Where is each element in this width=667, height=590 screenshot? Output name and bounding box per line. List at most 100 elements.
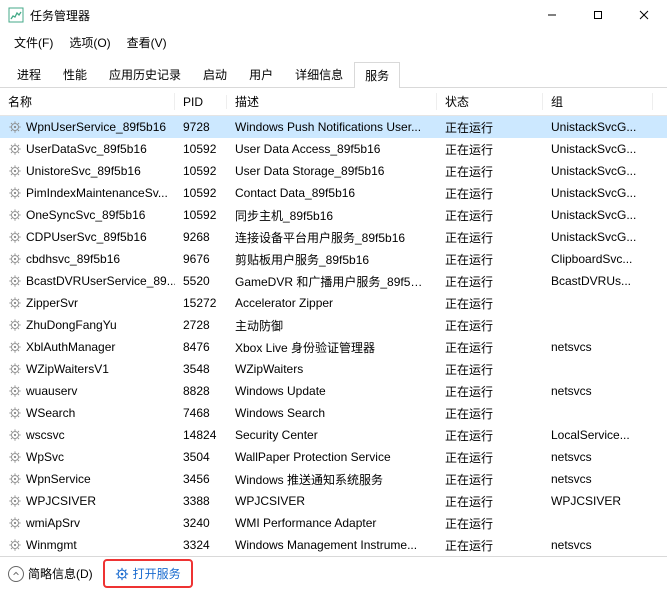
cell-name: WSearch xyxy=(0,406,175,420)
minimize-button[interactable] xyxy=(529,0,575,30)
cell-group: ClipboardSvc... xyxy=(543,252,653,266)
table-row[interactable]: wscsvc14824Security Center正在运行LocalServi… xyxy=(0,424,667,446)
cell-name: WpnUserService_89f5b16 xyxy=(0,120,175,134)
menu-file[interactable]: 文件(F) xyxy=(6,32,61,53)
cell-group: UnistackSvcG... xyxy=(543,120,653,134)
service-icon xyxy=(8,164,22,178)
table-row[interactable]: BcastDVRUserService_89...5520GameDVR 和广播… xyxy=(0,270,667,292)
cell-pid: 5520 xyxy=(175,274,227,288)
table-row[interactable]: wmiApSrv3240WMI Performance Adapter正在运行 xyxy=(0,512,667,534)
cell-group: netsvcs xyxy=(543,450,653,464)
table-row[interactable]: cbdhsvc_89f5b169676剪贴板用户服务_89f5b16正在运行Cl… xyxy=(0,248,667,270)
cell-pid: 3324 xyxy=(175,538,227,552)
cell-status: 正在运行 xyxy=(437,493,543,510)
cell-status: 正在运行 xyxy=(437,185,543,202)
tab-startup[interactable]: 启动 xyxy=(192,61,238,87)
table-row[interactable]: WpnService3456Windows 推送通知系统服务正在运行netsvc… xyxy=(0,468,667,490)
col-header-name[interactable]: 名称 xyxy=(0,93,175,110)
cell-status: 正在运行 xyxy=(437,471,543,488)
close-button[interactable] xyxy=(621,0,667,30)
tab-details[interactable]: 详细信息 xyxy=(284,61,354,87)
service-name: wmiApSrv xyxy=(26,516,80,530)
service-icon xyxy=(8,406,22,420)
service-icon xyxy=(8,120,22,134)
table-body: WpnUserService_89f5b169728Windows Push N… xyxy=(0,116,667,559)
menu-options[interactable]: 选项(O) xyxy=(61,32,118,53)
table-row[interactable]: WZipWaitersV13548WZipWaiters正在运行 xyxy=(0,358,667,380)
cell-desc: WallPaper Protection Service xyxy=(227,450,437,464)
col-header-pid[interactable]: PID xyxy=(175,95,227,109)
table-row[interactable]: UnistoreSvc_89f5b1610592User Data Storag… xyxy=(0,160,667,182)
cell-pid: 3388 xyxy=(175,494,227,508)
cell-status: 正在运行 xyxy=(437,427,543,444)
service-icon xyxy=(8,428,22,442)
cell-pid: 3548 xyxy=(175,362,227,376)
table-row[interactable]: ZipperSvr15272Accelerator Zipper正在运行 xyxy=(0,292,667,314)
service-icon xyxy=(8,494,22,508)
cell-desc: User Data Storage_89f5b16 xyxy=(227,164,437,178)
tab-services[interactable]: 服务 xyxy=(354,62,400,88)
cell-desc: 连接设备平台用户服务_89f5b16 xyxy=(227,229,437,246)
col-header-group[interactable]: 组 xyxy=(543,93,653,110)
service-name: UnistoreSvc_89f5b16 xyxy=(26,164,141,178)
table-row[interactable]: WSearch7468Windows Search正在运行 xyxy=(0,402,667,424)
table-row[interactable]: OneSyncSvc_89f5b1610592同步主机_89f5b16正在运行U… xyxy=(0,204,667,226)
app-icon xyxy=(8,7,24,23)
table-row[interactable]: Winmgmt3324Windows Management Instrume..… xyxy=(0,534,667,556)
service-icon xyxy=(8,450,22,464)
cell-status: 正在运行 xyxy=(437,251,543,268)
service-name: ZhuDongFangYu xyxy=(26,318,117,332)
col-header-desc[interactable]: 描述 xyxy=(227,93,437,110)
table-row[interactable]: UserDataSvc_89f5b1610592User Data Access… xyxy=(0,138,667,160)
cell-desc: WZipWaiters xyxy=(227,362,437,376)
cell-desc: WMI Performance Adapter xyxy=(227,516,437,530)
maximize-button[interactable] xyxy=(575,0,621,30)
service-name: wscsvc xyxy=(26,428,65,442)
tab-processes[interactable]: 进程 xyxy=(6,61,52,87)
cell-name: cbdhsvc_89f5b16 xyxy=(0,252,175,266)
service-icon xyxy=(8,362,22,376)
fewer-details-button[interactable]: 简略信息(D) xyxy=(8,565,93,582)
tab-users[interactable]: 用户 xyxy=(238,61,284,87)
window-controls xyxy=(529,0,667,30)
menu-view[interactable]: 查看(V) xyxy=(119,32,175,53)
cell-desc: Contact Data_89f5b16 xyxy=(227,186,437,200)
table-row[interactable]: WpSvc3504WallPaper Protection Service正在运… xyxy=(0,446,667,468)
table-row[interactable]: WPJCSIVER3388WPJCSIVER正在运行WPJCSIVER xyxy=(0,490,667,512)
cell-desc: 同步主机_89f5b16 xyxy=(227,207,437,224)
cell-name: wuauserv xyxy=(0,384,175,398)
cell-status: 正在运行 xyxy=(437,405,543,422)
table-row[interactable]: wuauserv8828Windows Update正在运行netsvcs xyxy=(0,380,667,402)
table-row[interactable]: WpnUserService_89f5b169728Windows Push N… xyxy=(0,116,667,138)
cell-pid: 2728 xyxy=(175,318,227,332)
table-row[interactable]: PimIndexMaintenanceSv...10592Contact Dat… xyxy=(0,182,667,204)
cell-name: CDPUserSvc_89f5b16 xyxy=(0,230,175,244)
cell-desc: Windows Push Notifications User... xyxy=(227,120,437,134)
service-name: CDPUserSvc_89f5b16 xyxy=(26,230,147,244)
cell-group: UnistackSvcG... xyxy=(543,208,653,222)
cell-group: LocalService... xyxy=(543,428,653,442)
table-row[interactable]: ZhuDongFangYu2728主动防御正在运行 xyxy=(0,314,667,336)
service-name: WpSvc xyxy=(26,450,64,464)
table-row[interactable]: XblAuthManager8476Xbox Live 身份验证管理器正在运行n… xyxy=(0,336,667,358)
cell-group: netsvcs xyxy=(543,538,653,552)
open-services-button[interactable]: 打开服务 xyxy=(103,559,193,588)
cell-desc: Xbox Live 身份验证管理器 xyxy=(227,339,437,356)
service-name: XblAuthManager xyxy=(26,340,115,354)
tab-history[interactable]: 应用历史记录 xyxy=(98,61,192,87)
cell-name: WpSvc xyxy=(0,450,175,464)
chevron-up-icon xyxy=(8,566,24,582)
cell-name: WpnService xyxy=(0,472,175,486)
cell-pid: 7468 xyxy=(175,406,227,420)
col-header-status[interactable]: 状态 xyxy=(437,93,543,110)
cell-group: BcastDVRUs... xyxy=(543,274,653,288)
cell-status: 正在运行 xyxy=(437,537,543,554)
service-name: WSearch xyxy=(26,406,75,420)
cell-status: 正在运行 xyxy=(437,515,543,532)
cell-name: ZhuDongFangYu xyxy=(0,318,175,332)
cell-status: 正在运行 xyxy=(437,317,543,334)
service-icon xyxy=(8,516,22,530)
cell-pid: 8476 xyxy=(175,340,227,354)
table-row[interactable]: CDPUserSvc_89f5b169268连接设备平台用户服务_89f5b16… xyxy=(0,226,667,248)
tab-performance[interactable]: 性能 xyxy=(52,61,98,87)
